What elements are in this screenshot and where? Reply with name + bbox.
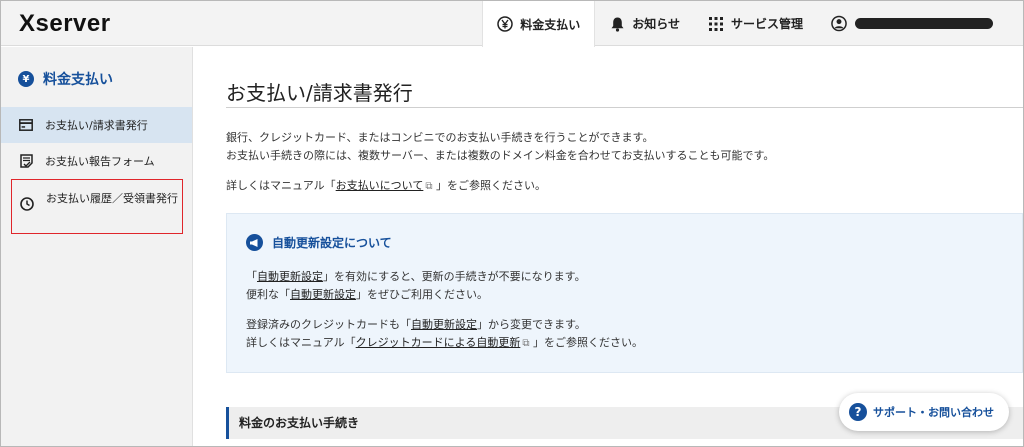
auto-renew-link-2[interactable]: 自動更新設定 xyxy=(290,288,356,301)
notice-text: 「 xyxy=(246,270,257,283)
xserver-logo[interactable]: Xserver xyxy=(19,10,111,38)
intro-line-2: お支払い手続きの際には、複数サーバー、または複数のドメイン料金を合わせてお支払い… xyxy=(226,149,775,162)
intro-line-1: 銀行、クレジットカード、またはコンビニでのお支払い手続きを行うことができます。 xyxy=(226,131,654,144)
sidebar-item-label: お支払い/請求書発行 xyxy=(45,119,148,132)
sidebar-item-label: お支払い履歴／受領書発行 xyxy=(46,192,178,205)
top-header: Xserver 料金支払い お知らせ サービス管理 xyxy=(1,1,1023,47)
sidebar-item-label: お支払い報告フォーム xyxy=(45,155,155,168)
grid-icon xyxy=(708,16,724,32)
sidebar: ¥ 料金支払い お支払い/請求書発行 お支払い報告フォーム お支払い履歴／受領書… xyxy=(1,47,193,446)
title-divider xyxy=(226,107,1023,108)
external-link-icon: ⧉ xyxy=(522,338,530,349)
notice-text: 登録済みのクレジットカードも「 xyxy=(246,318,411,331)
notice-text: 」をご参照ください。 xyxy=(532,336,643,349)
manual-prefix: 詳しくはマニュアル「 xyxy=(226,179,336,192)
notice-line-2: 便利な「自動更新設定」をぜひご利用ください。 xyxy=(246,286,488,302)
card-icon xyxy=(19,118,33,132)
notice-text: 」から変更できます。 xyxy=(477,318,586,331)
manual-suffix: 」をご参照ください。 xyxy=(435,179,546,192)
top-nav: 料金支払い お知らせ サービス管理 xyxy=(482,1,1023,47)
help-icon: ? xyxy=(849,403,867,421)
user-menu[interactable] xyxy=(817,1,1023,46)
notice-text: 」を有効にすると、更新の手続きが不要になります。 xyxy=(323,270,586,283)
sidebar-title: ¥ 料金支払い xyxy=(18,69,113,89)
manual-link-credit-card[interactable]: クレジットカードによる自動更新 xyxy=(356,336,521,349)
notice-line-4: 詳しくはマニュアル「クレジットカードによる自動更新 ⧉ 」をご参照ください。 xyxy=(246,334,643,350)
notice-line-3: 登録済みのクレジットカードも「自動更新設定」から変更できます。 xyxy=(246,316,586,332)
megaphone-icon xyxy=(246,234,263,251)
manual-reference: 詳しくはマニュアル「お支払いについて ⧉ 」をご参照ください。 xyxy=(226,177,546,193)
support-contact-button[interactable]: ? サポート・お問い合わせ xyxy=(839,393,1009,431)
notice-text: 」をぜひご利用ください。 xyxy=(356,288,488,301)
notice-text: 便利な「 xyxy=(246,288,290,301)
nav-notifications[interactable]: お知らせ xyxy=(595,1,694,46)
sidebar-item-payment-invoice[interactable]: お支払い/請求書発行 xyxy=(1,107,192,143)
nav-service-label: サービス管理 xyxy=(730,17,803,31)
sidebar-item-payment-history[interactable]: お支払い履歴／受領書発行 xyxy=(11,179,183,234)
notice-line-1: 「自動更新設定」を有効にすると、更新の手続きが不要になります。 xyxy=(246,268,586,284)
nav-payment-label: 料金支払い xyxy=(520,17,581,32)
nav-notifications-label: お知らせ xyxy=(632,17,680,31)
notice-title-label: 自動更新設定について xyxy=(272,236,392,250)
page-title: お支払い/請求書発行 xyxy=(226,81,413,105)
redacted-username xyxy=(855,18,993,29)
auto-renew-notice: 自動更新設定について 「自動更新設定」を有効にすると、更新の手続きが不要になりま… xyxy=(226,213,1023,373)
nav-payment[interactable]: 料金支払い xyxy=(482,1,596,47)
yen-badge-icon: ¥ xyxy=(18,71,34,87)
yen-circle-icon xyxy=(497,16,513,32)
external-link-icon: ⧉ xyxy=(425,181,433,192)
sidebar-title-label: 料金支払い xyxy=(43,72,113,88)
nav-service-management[interactable]: サービス管理 xyxy=(694,1,817,46)
clock-icon xyxy=(20,197,34,211)
auto-renew-link-1[interactable]: 自動更新設定 xyxy=(257,270,323,283)
user-icon xyxy=(831,15,847,32)
main-content: お支払い/請求書発行 銀行、クレジットカード、またはコンビニでのお支払い手続きを… xyxy=(194,47,1023,446)
notice-text: 詳しくはマニュアル「 xyxy=(246,336,356,349)
app-window: Xserver 料金支払い お知らせ サービス管理 ¥ 料金支払い お支払い/請… xyxy=(0,0,1024,447)
form-icon xyxy=(19,154,33,168)
support-label: サポート・お問い合わせ xyxy=(873,406,994,419)
auto-renew-link-3[interactable]: 自動更新設定 xyxy=(411,318,477,331)
bell-icon xyxy=(609,16,625,32)
manual-link-payment[interactable]: お支払いについて xyxy=(336,179,424,192)
notice-title: 自動更新設定について xyxy=(246,234,392,251)
sidebar-item-payment-report[interactable]: お支払い報告フォーム xyxy=(1,145,192,177)
